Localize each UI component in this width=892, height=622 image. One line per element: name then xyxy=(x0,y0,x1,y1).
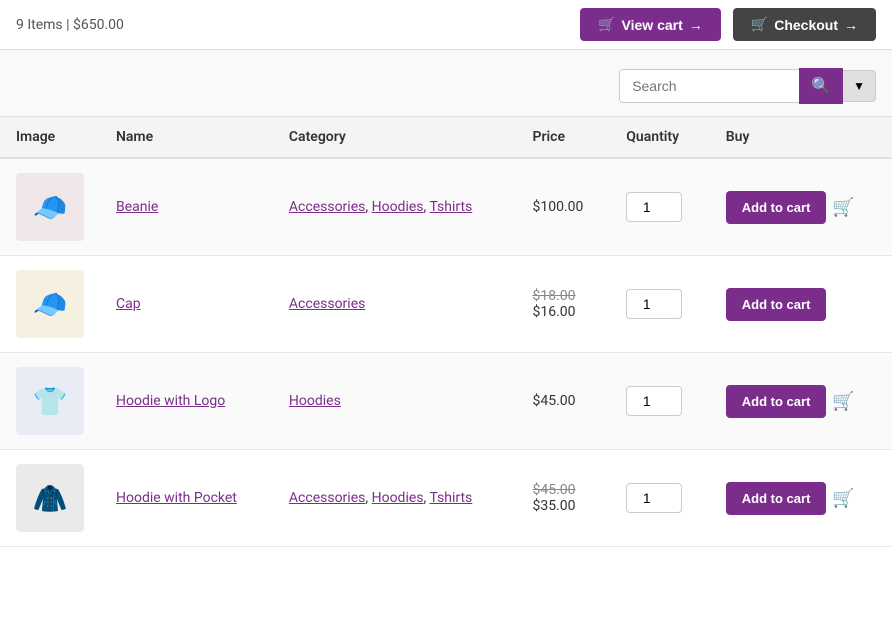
category-link-cap-0[interactable]: Accessories xyxy=(289,296,365,312)
product-price-cell: $45.00 xyxy=(517,353,611,450)
product-name-link-hoodie-pocket[interactable]: Hoodie with Pocket xyxy=(116,490,237,506)
col-quantity: Quantity xyxy=(610,117,710,159)
product-name-link-hoodie-logo[interactable]: Hoodie with Logo xyxy=(116,393,225,409)
product-image-cell: 🧢 xyxy=(0,158,100,256)
search-button[interactable]: 🔍 xyxy=(799,68,843,104)
product-price-cell: $100.00 xyxy=(517,158,611,256)
product-buy-cell: Add to cart🛒 xyxy=(710,450,892,547)
cart-icon: 🛒 xyxy=(832,488,854,509)
product-table: Image Name Category Price Quantity Buy 🧢… xyxy=(0,116,892,547)
checkout-button[interactable]: 🛒 Checkout → xyxy=(733,8,876,41)
product-quantity-cell xyxy=(610,353,710,450)
quantity-input-beanie[interactable] xyxy=(626,192,682,222)
table-row: 🧢 Beanie Accessories, Hoodies, Tshirts $100… xyxy=(0,158,892,256)
search-bar-area: 🔍 ▼ xyxy=(0,50,892,116)
product-image-cell: 🧥 xyxy=(0,450,100,547)
product-buy-cell: Add to cart🛒 xyxy=(710,353,892,450)
product-image-cap: 🧢 xyxy=(16,270,84,338)
view-cart-label: View cart xyxy=(622,17,683,33)
price-current: $16.00 xyxy=(533,304,595,320)
product-name-cell: Hoodie with Logo xyxy=(100,353,273,450)
category-link-hoodie-pocket-1[interactable]: Hoodies xyxy=(372,490,424,506)
category-link-hoodie-logo-0[interactable]: Hoodies xyxy=(289,393,341,409)
product-name-link-beanie[interactable]: Beanie xyxy=(116,199,158,215)
product-buy-cell: Add to cart🛒 xyxy=(710,158,892,256)
search-dropdown-button[interactable]: ▼ xyxy=(843,70,876,102)
search-wrap: 🔍 ▼ xyxy=(619,68,876,104)
category-link-hoodie-pocket-2[interactable]: Tshirts xyxy=(429,490,472,506)
top-bar: 9 Items | $650.00 🛒 View cart → 🛒 Checko… xyxy=(0,0,892,50)
add-to-cart-button-hoodie-logo[interactable]: Add to cart xyxy=(726,385,827,418)
view-cart-icon: 🛒 xyxy=(598,16,615,33)
product-quantity-cell xyxy=(610,256,710,353)
add-to-cart-button-beanie[interactable]: Add to cart xyxy=(726,191,827,224)
quantity-input-cap[interactable] xyxy=(626,289,682,319)
checkout-icon: 🛒 xyxy=(751,16,768,33)
product-name-link-cap[interactable]: Cap xyxy=(116,296,141,312)
search-icon: 🔍 xyxy=(811,78,831,95)
view-cart-button[interactable]: 🛒 View cart → xyxy=(580,8,721,41)
price-current: $45.00 xyxy=(533,393,576,409)
product-image-hoodie-pocket: 🧥 xyxy=(16,464,84,532)
chevron-down-icon: ▼ xyxy=(853,79,865,93)
product-quantity-cell xyxy=(610,158,710,256)
product-name-cell: Cap xyxy=(100,256,273,353)
col-name: Name xyxy=(100,117,273,159)
table-header: Image Name Category Price Quantity Buy xyxy=(0,117,892,159)
product-name-cell: Hoodie with Pocket xyxy=(100,450,273,547)
product-category-cell: Accessories, Hoodies, Tshirts xyxy=(273,450,517,547)
cart-icon: 🛒 xyxy=(832,197,854,218)
table-row: 👕 Hoodie with Logo Hoodies $45.00 Add to car… xyxy=(0,353,892,450)
view-cart-arrow: → xyxy=(689,17,703,33)
col-image: Image xyxy=(0,117,100,159)
product-quantity-cell xyxy=(610,450,710,547)
product-image-beanie: 🧢 xyxy=(16,173,84,241)
add-to-cart-button-hoodie-pocket[interactable]: Add to cart xyxy=(726,482,827,515)
product-category-cell: Accessories, Hoodies, Tshirts xyxy=(273,158,517,256)
product-image-cell: 🧢 xyxy=(0,256,100,353)
col-price: Price xyxy=(517,117,611,159)
product-image-cell: 👕 xyxy=(0,353,100,450)
price-original: $45.00 xyxy=(533,482,595,498)
product-category-cell: Accessories xyxy=(273,256,517,353)
category-link-hoodie-pocket-0[interactable]: Accessories xyxy=(289,490,365,506)
table-row: 🧢 Cap Accessories $18.00$16.00 Add to cart xyxy=(0,256,892,353)
col-category: Category xyxy=(273,117,517,159)
add-to-cart-button-cap[interactable]: Add to cart xyxy=(726,288,827,321)
price-current: $35.00 xyxy=(533,498,595,514)
checkout-label: Checkout xyxy=(774,17,838,33)
product-price-cell: $45.00$35.00 xyxy=(517,450,611,547)
product-list: 🧢 Beanie Accessories, Hoodies, Tshirts $100… xyxy=(0,158,892,547)
product-buy-cell: Add to cart xyxy=(710,256,892,353)
price-current: $100.00 xyxy=(533,199,584,215)
col-buy: Buy xyxy=(710,117,892,159)
product-name-cell: Beanie xyxy=(100,158,273,256)
quantity-input-hoodie-pocket[interactable] xyxy=(626,483,682,513)
product-category-cell: Hoodies xyxy=(273,353,517,450)
checkout-arrow: → xyxy=(844,17,858,33)
product-price-cell: $18.00$16.00 xyxy=(517,256,611,353)
items-info: 9 Items | $650.00 xyxy=(16,17,124,33)
search-input[interactable] xyxy=(619,69,799,103)
category-link-beanie-0[interactable]: Accessories xyxy=(289,199,365,215)
category-link-beanie-2[interactable]: Tshirts xyxy=(429,199,472,215)
table-row: 🧥 Hoodie with Pocket Accessories, Hoodies,… xyxy=(0,450,892,547)
quantity-input-hoodie-logo[interactable] xyxy=(626,386,682,416)
product-image-hoodie-logo: 👕 xyxy=(16,367,84,435)
cart-icon: 🛒 xyxy=(832,391,854,412)
price-original: $18.00 xyxy=(533,288,595,304)
category-link-beanie-1[interactable]: Hoodies xyxy=(372,199,424,215)
